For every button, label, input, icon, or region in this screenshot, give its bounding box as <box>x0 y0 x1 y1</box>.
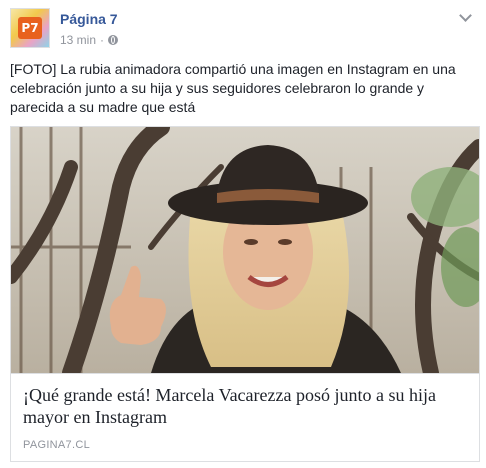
meta-separator: · <box>100 33 105 47</box>
page-logo: P7 <box>18 17 42 39</box>
link-title[interactable]: ¡Qué grande está! Marcela Vacarezza posó… <box>23 384 467 428</box>
link-preview-text[interactable]: ¡Qué grande está! Marcela Vacarezza posó… <box>11 373 479 461</box>
photo-illustration <box>11 127 479 373</box>
post-timestamp[interactable]: 13 min <box>60 33 96 47</box>
link-preview-card[interactable]: ¡Qué grande está! Marcela Vacarezza posó… <box>10 126 480 462</box>
link-source-domain: PAGINA7.CL <box>23 439 90 451</box>
facebook-post: P7 Página 7 13 min · [FOTO] La rubia ani… <box>0 0 486 468</box>
page-name-link[interactable]: Página 7 <box>60 11 118 27</box>
chevron-down-icon[interactable] <box>458 10 472 24</box>
page-avatar[interactable]: P7 <box>10 8 50 48</box>
link-preview-image[interactable] <box>11 127 479 373</box>
post-message: [FOTO] La rubia animadora compartió una … <box>10 61 456 115</box>
post-meta: 13 min · <box>60 33 119 47</box>
globe-icon[interactable] <box>108 35 119 45</box>
